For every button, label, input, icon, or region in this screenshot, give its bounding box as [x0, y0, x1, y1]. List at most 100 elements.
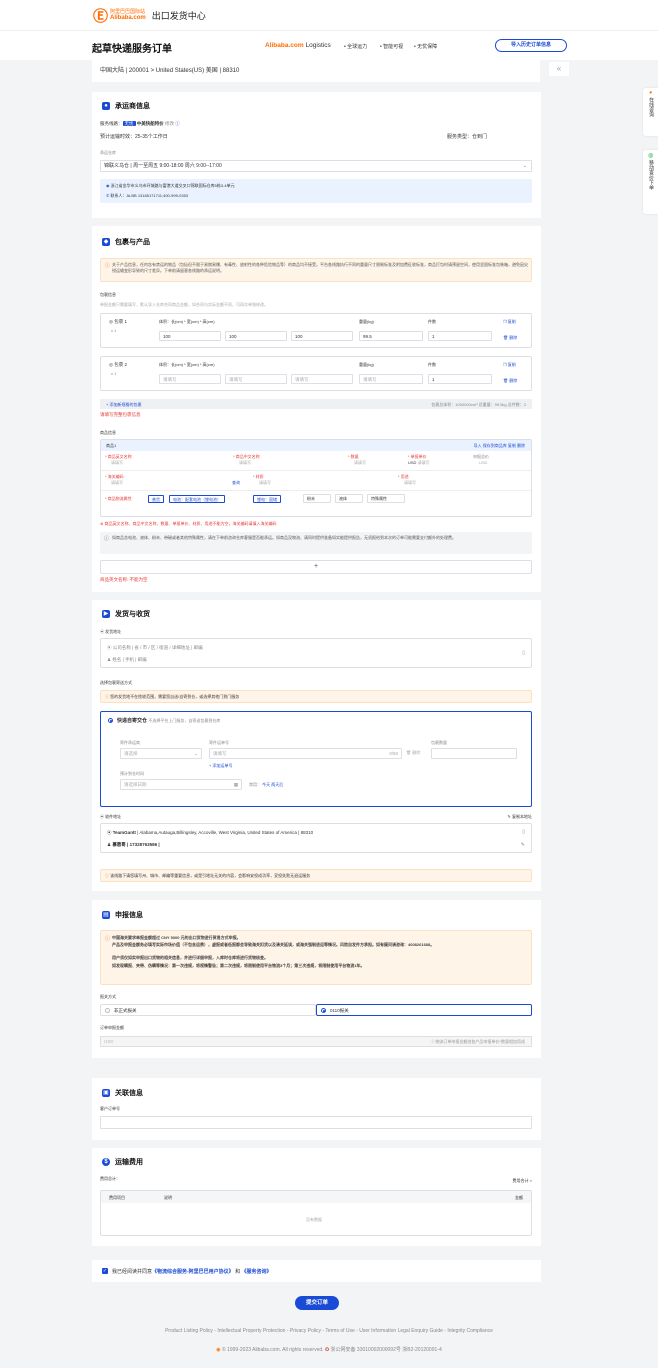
length-input[interactable]: 100 [159, 331, 221, 341]
online-consult[interactable]: ◕ 在线咨询 [643, 88, 658, 136]
declare-title: ▤ 申报信息 [102, 911, 143, 919]
receiver-notice: ⓘ 该线路下请您填写州、城市、邮编等重要信息，或是引地址无关的内容，会影响安投成… [100, 869, 532, 882]
self-send-radio[interactable] [108, 718, 113, 723]
prop-tag-battery[interactable]: 电池：配套电池（锂电池） [169, 495, 225, 503]
chevron-down-icon: ⌄ [194, 751, 198, 756]
link-icon: ▣ [102, 1089, 110, 1097]
count-input[interactable]: 1 [428, 331, 492, 341]
agree-checkbox[interactable]: ✓ [102, 1268, 108, 1274]
edit-address-icon[interactable]: ✎ [521, 842, 525, 848]
location-icon: ◉ [106, 183, 110, 188]
shipping-card: ▶ 发货与收货 ⦿ 发货地址 ⦿ 公司名称 | 省 / 市 / 区 / 街道 / … [92, 600, 541, 891]
sender-address-box[interactable]: ⦿ 公司名称 | 省 / 市 / 区 / 街道 / 详细地址 | 邮编 ♟ 姓名… [100, 638, 532, 668]
mode-0110[interactable]: 0110报关 [316, 1004, 532, 1016]
pin-icon: ⦿ [100, 814, 104, 819]
related-card: ▣ 关联信息 客户订单号 [92, 1078, 541, 1140]
package-notice: ⓘ 关于产品信息，任何含有禁运的物品（包括但不限于易燃易爆、有毒性、放射性的各种… [100, 258, 532, 282]
goods-actions[interactable]: 导入 保存到商品库 复制 删除 [474, 443, 525, 449]
delete-tracking-button[interactable]: 🗑 删除 [406, 750, 420, 756]
fees-detail-link[interactable]: 费用合计 > [513, 1178, 532, 1184]
receiver-contact: ♟ 慕蓉哥 | 17328763586 | [107, 842, 160, 847]
mobile-quote[interactable]: ◍ 移动查价下单 [643, 150, 658, 214]
alibaba-small-logo-icon: ◉ [216, 1347, 221, 1353]
cn-name-input[interactable]: 请填写 [239, 460, 251, 466]
copy-package-button[interactable]: ❐ 复制 [503, 362, 516, 368]
truck-icon: ▶ [102, 610, 110, 618]
customer-order-input[interactable] [100, 1116, 532, 1129]
carrier-title: ● 承运商信息 [102, 101, 150, 111]
prop-special[interactable]: 特殊属性 [367, 494, 405, 503]
qty-input[interactable]: 请填写 [354, 460, 366, 466]
delete-package-button[interactable]: 🗑 删除 [503, 335, 517, 341]
goods-error: ⊗ 商品英文名称、商品中文名称、数量、单报单价、材质、用途不能为空，海关编码请填… [100, 521, 277, 526]
add-goods-button[interactable]: + [100, 560, 532, 574]
submit-order-button[interactable]: 提交订单 [295, 1296, 339, 1310]
agreement-link[interactable]: 《物流综合服务-阿里巴巴用户协议》 [152, 1269, 234, 1275]
footer-links[interactable]: Product Listing Policy - Intellectual Pr… [0, 1328, 658, 1334]
prop-tag-lithium[interactable]: 锂电：固储 [253, 495, 281, 503]
self-send-option[interactable]: 快递自寄交仓 不选择平台上门服务，自寄送包裹到仓库 寄件承运商 请选择 ⌄ 寄件运… [100, 711, 532, 807]
package-icon: ◎ [109, 319, 113, 324]
collapse-icon[interactable]: « [549, 62, 569, 76]
dims-label: 体积：长(cm) * 宽(cm) * 高(cm) [159, 362, 215, 367]
tracking-input[interactable]: 请填写 0/50 [209, 748, 402, 759]
package-row: ◎ 包裹 2 x 1 体积：长(cm) * 宽(cm) * 高(cm) 重量(k… [100, 356, 532, 391]
add-tracking-button[interactable]: + 添加运单号 [209, 763, 232, 769]
pkgcount-input[interactable] [431, 748, 517, 759]
prop-tag-general[interactable]: 普货 [148, 495, 164, 503]
mode-informal-radio[interactable] [105, 1008, 110, 1013]
address-book-icon[interactable]: ▯ [522, 829, 525, 835]
copy-address-button[interactable]: ✎ 复制本地址 [508, 814, 532, 820]
en-name-error: 商品英文名称: 不能为空 [100, 577, 148, 582]
prop-liquid[interactable]: 液体 [335, 494, 363, 503]
goods-box: 商品1 导入 保存到商品库 复制 删除 * 商品英文名称 请填写 * 商品中文名… [100, 439, 532, 517]
logistics-brand: Alibaba.com Logistics [265, 42, 331, 49]
height-input[interactable]: 请填写 [291, 374, 353, 384]
consult-icon: ◕ [648, 90, 653, 96]
add-package-button[interactable]: + 添加新规格的包裹 [106, 402, 141, 408]
mode-0110-radio[interactable] [321, 1008, 326, 1013]
police-badge-icon: ✪ [324, 1347, 330, 1353]
after-two-days-link[interactable]: 两天后 [271, 782, 283, 787]
address-book-icon[interactable]: ▯ [522, 650, 525, 656]
today-link[interactable]: 今天 [262, 782, 270, 787]
edit-line-icon[interactable]: ⓘ [175, 121, 180, 126]
height-input[interactable]: 100 [291, 331, 353, 341]
service-link[interactable]: 《服务咨询》 [241, 1269, 271, 1275]
hs-query-link[interactable]: 查询 [232, 480, 240, 486]
width-input[interactable]: 100 [225, 331, 287, 341]
count-input[interactable]: 1 [428, 374, 492, 384]
sender-address: ⦿ 公司名称 | 省 / 市 / 区 / 街道 / 详细地址 | 邮编 [107, 645, 203, 650]
package-info-label: 包裹信息 [100, 292, 116, 297]
user-icon: ● [102, 102, 110, 110]
package-name: ◎ 包裹 2 [109, 362, 127, 367]
width-input[interactable]: 请填写 [225, 374, 287, 384]
person-icon: ♟ [107, 842, 112, 847]
weight-input[interactable]: 请填写 [359, 374, 423, 384]
mode-informal[interactable]: 非正式报关 [100, 1004, 316, 1016]
warehouse-select[interactable]: 锦联义乌仓 | 周一至周五 9:00-18:00 周六 9:00--17:00 … [100, 160, 532, 172]
shipping-title: ▶ 发货与收货 [102, 610, 150, 618]
use-input[interactable]: 请填写 [404, 480, 416, 486]
import-history-button[interactable]: 导入历史订单信息 [495, 39, 567, 52]
total-value: USD [479, 460, 488, 465]
length-input[interactable]: 请填写 [159, 374, 221, 384]
person-icon: ♟ [107, 657, 112, 662]
hs-code-input[interactable]: 请填写 [111, 480, 123, 486]
carrier-card: ● 承运商信息 服务线路： 无忧 中美快船特价 修改 ⓘ 预计运输时效：25-35个… [92, 92, 541, 218]
prop-powder[interactable]: 粉末 [303, 494, 331, 503]
price-input[interactable]: USD 请填写 [408, 460, 430, 466]
material-input[interactable]: 请填写 [259, 480, 271, 486]
copy-package-button[interactable]: ❐ 复制 [503, 319, 516, 325]
alibaba-logo[interactable]: Ⓔ 阿里巴巴国际站 Alibaba.com [93, 5, 146, 26]
goods-notice: ⓘ 如商品含电池、液体、粉末、带磁或者其他特殊属性，请在下单前咨询仓库客服是否能… [100, 532, 532, 554]
date-picker[interactable]: 请选择日期 ▦ [120, 779, 242, 790]
receiver-address-box[interactable]: ⦿ TeamGantt | Alabama,Autauga,Billingsle… [100, 823, 532, 853]
delete-package-button[interactable]: 🗑 删除 [503, 378, 517, 384]
carrier-select[interactable]: 请选择 ⌄ [120, 748, 202, 759]
weight-input[interactable]: 99.5 [359, 331, 423, 341]
sender-label: ⦿ 发货地址 [100, 629, 122, 634]
en-name-input[interactable]: 请填写 [111, 460, 123, 466]
copy-icon: ❐ [503, 319, 507, 324]
page-title: 起草快递服务订单 [92, 44, 172, 55]
